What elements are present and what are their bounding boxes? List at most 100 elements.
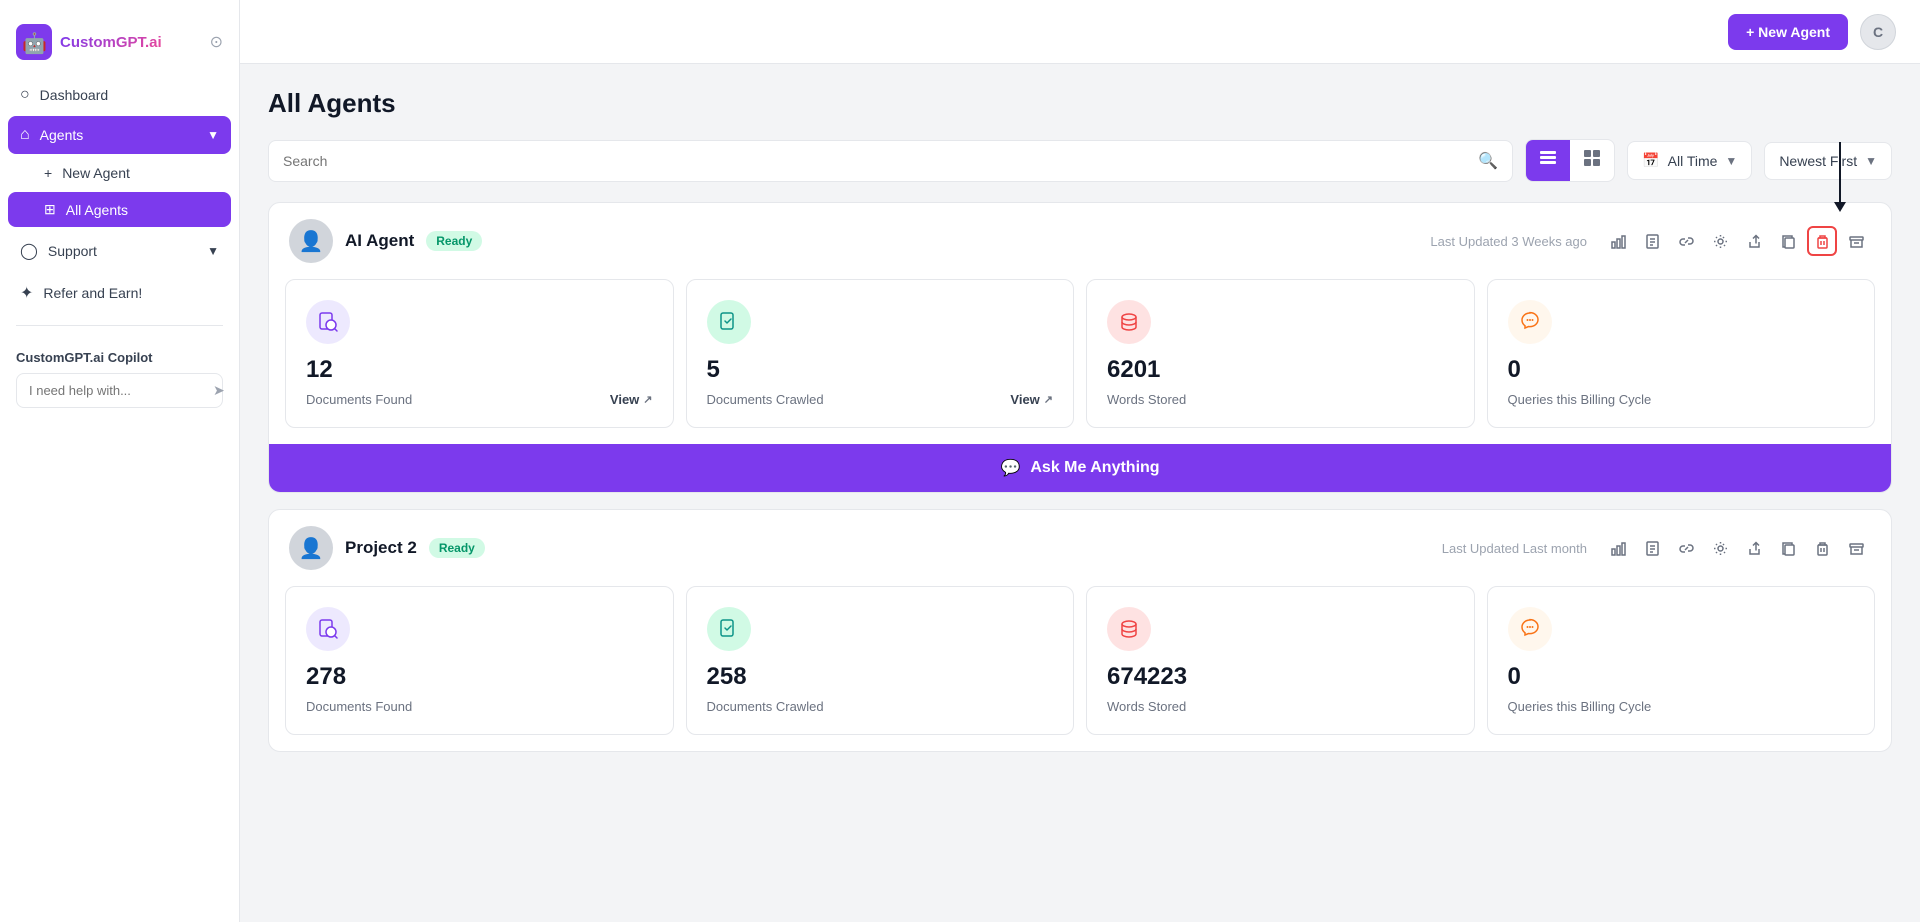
stat-docs-found-2: 278 Documents Found: [285, 586, 674, 735]
agent-copy-button-2[interactable]: [1773, 533, 1803, 563]
agents-expand-icon: ▼: [207, 128, 219, 142]
delete-arrow-annotation: [1834, 142, 1846, 212]
logo-text: CustomGPT.ai: [60, 34, 162, 51]
sidebar-item-refer[interactable]: ✦ Refer and Earn!: [8, 273, 231, 313]
grid-view-button[interactable]: [1570, 140, 1614, 181]
stat-link-docs-found[interactable]: View ↗: [610, 392, 653, 407]
main-content: + New Agent C All Agents 🔍 📅 All Time: [240, 0, 1920, 922]
stat-icon-queries: [1508, 300, 1552, 344]
agent-settings-button-2[interactable]: [1705, 533, 1735, 563]
all-agents-label: All Agents: [66, 202, 128, 218]
search-icon: 🔍: [1478, 151, 1498, 171]
sidebar-item-all-agents[interactable]: ⊞ All Agents: [8, 192, 231, 227]
sidebar: 🤖 CustomGPT.ai ⊙ ○ Dashboard ⌂ Agents ▼ …: [0, 0, 240, 922]
agent-link-button-2[interactable]: [1671, 533, 1701, 563]
agent-docs-button-1[interactable]: [1637, 226, 1667, 256]
sort-filter-chevron: ▼: [1865, 154, 1877, 168]
time-filter[interactable]: 📅 All Time ▼: [1627, 141, 1752, 180]
stat-icon-docs-crawled-2: [707, 607, 751, 651]
stat-words-2: 674223 Words Stored: [1086, 586, 1475, 735]
stat-icon-words-2: [1107, 607, 1151, 651]
stat-icon-docs-found-2: [306, 607, 350, 651]
agent-name-2: Project 2: [345, 538, 417, 558]
stat-icon-docs-crawled: [707, 300, 751, 344]
stat-icon-words: [1107, 300, 1151, 344]
arrow-head: [1834, 202, 1846, 212]
stat-value-docs-crawled-2: 258: [707, 663, 1054, 691]
stat-value-docs-found-2: 278: [306, 663, 653, 691]
agent-archive-button-1[interactable]: [1841, 226, 1871, 256]
new-agent-button[interactable]: + New Agent: [1728, 14, 1848, 50]
agent-link-button-1[interactable]: [1671, 226, 1701, 256]
stat-queries-1: 0 Queries this Billing Cycle: [1487, 279, 1876, 428]
support-icon: ◯: [20, 241, 38, 261]
stat-label-docs-crawled-2: Documents Crawled: [707, 699, 824, 714]
stat-value-words-2: 674223: [1107, 663, 1454, 691]
agent-share-button-1[interactable]: [1739, 226, 1769, 256]
copilot-section: CustomGPT.ai Copilot ➤: [0, 338, 239, 420]
sidebar-item-support-label: Support: [48, 243, 97, 259]
agent-actions-2: Last Updated Last month: [1442, 533, 1871, 563]
copilot-input[interactable]: [29, 383, 205, 398]
stat-label-queries: Queries this Billing Cycle: [1508, 392, 1855, 407]
agent-archive-button-2[interactable]: [1841, 533, 1871, 563]
topbar: + New Agent C: [240, 0, 1920, 64]
sidebar-item-agents[interactable]: ⌂ Agents ▼: [8, 116, 231, 154]
sidebar-nav: ○ Dashboard ⌂ Agents ▼: [0, 76, 239, 154]
stat-value-row-docs: 12: [306, 356, 653, 384]
external-link-icon-crawled: ↗: [1044, 393, 1053, 406]
agent-delete-button-2[interactable]: [1807, 533, 1837, 563]
copilot-send-icon[interactable]: ➤: [213, 382, 225, 399]
search-box[interactable]: 🔍: [268, 140, 1513, 182]
stat-label-docs-crawled: Documents Crawled: [707, 392, 824, 407]
sidebar-nav-2: ◯ Support ▼ ✦ Refer and Earn!: [0, 231, 239, 313]
sidebar-divider: [16, 325, 223, 326]
stat-words-stored-1: 6201 Words Stored: [1086, 279, 1475, 428]
sort-filter[interactable]: Newest First ▼: [1764, 142, 1892, 180]
page-title: All Agents: [268, 88, 1892, 119]
copilot-label: CustomGPT.ai Copilot: [16, 350, 223, 365]
stat-icon-queries-2: [1508, 607, 1552, 651]
agent-docs-button-2[interactable]: [1637, 533, 1667, 563]
agent-stats-button-2[interactable]: [1603, 533, 1633, 563]
search-input[interactable]: [283, 153, 1470, 169]
copilot-input-area[interactable]: ➤: [16, 373, 223, 408]
stat-value-words: 6201: [1107, 356, 1454, 384]
stat-icon-docs-found: [306, 300, 350, 344]
agent-stats-button-1[interactable]: [1603, 226, 1633, 256]
ask-me-anything-bar-1[interactable]: 💬 Ask Me Anything: [269, 444, 1891, 492]
sidebar-item-agents-label: Agents: [40, 127, 84, 143]
user-avatar[interactable]: C: [1860, 14, 1896, 50]
sidebar-item-new-agent[interactable]: + New Agent: [8, 156, 231, 190]
agent-status-badge-1: Ready: [426, 231, 482, 251]
dashboard-icon: ○: [20, 86, 30, 104]
svg-text:🤖: 🤖: [22, 31, 47, 55]
stat-value-docs-crawled: 5: [707, 356, 720, 384]
arrow-line: [1839, 142, 1841, 202]
agent-avatar-2: 👤: [289, 526, 333, 570]
agents-icon: ⌂: [20, 126, 30, 144]
agent-card-1: 👤 AI Agent Ready Last Updated 3 Weeks ag…: [268, 202, 1892, 493]
sidebar-item-support[interactable]: ◯ Support ▼: [8, 231, 231, 271]
refer-icon: ✦: [20, 283, 33, 303]
ask-bar-label: Ask Me Anything: [1030, 459, 1159, 477]
stat-link-docs-crawled[interactable]: View ↗: [1010, 392, 1053, 407]
agent-delete-button-1[interactable]: [1807, 226, 1837, 256]
agent-updated-1: Last Updated 3 Weeks ago: [1430, 234, 1587, 249]
agent-share-button-2[interactable]: [1739, 533, 1769, 563]
agent-actions-1: Last Updated 3 Weeks ago: [1430, 226, 1871, 256]
stat-label-words-2: Words Stored: [1107, 699, 1454, 714]
agent-status-badge-2: Ready: [429, 538, 485, 558]
agent-header-2: 👤 Project 2 Ready Last Updated Last mont…: [269, 510, 1891, 586]
agent-settings-button-1[interactable]: [1705, 226, 1735, 256]
filters-row: 🔍 📅 All Time ▼ Newest First ▼: [268, 139, 1892, 182]
logo-icon: 🤖: [16, 24, 52, 60]
list-view-button[interactable]: [1526, 140, 1570, 181]
sidebar-item-dashboard[interactable]: ○ Dashboard: [8, 76, 231, 114]
stat-label-words: Words Stored: [1107, 392, 1454, 407]
clock-icon[interactable]: ⊙: [210, 32, 223, 52]
stat-label-row-docs: Documents Found View ↗: [306, 392, 653, 407]
agent-copy-button-1[interactable]: [1773, 226, 1803, 256]
stat-label-docs-found: Documents Found: [306, 392, 412, 407]
agent-name-1: AI Agent: [345, 231, 414, 251]
